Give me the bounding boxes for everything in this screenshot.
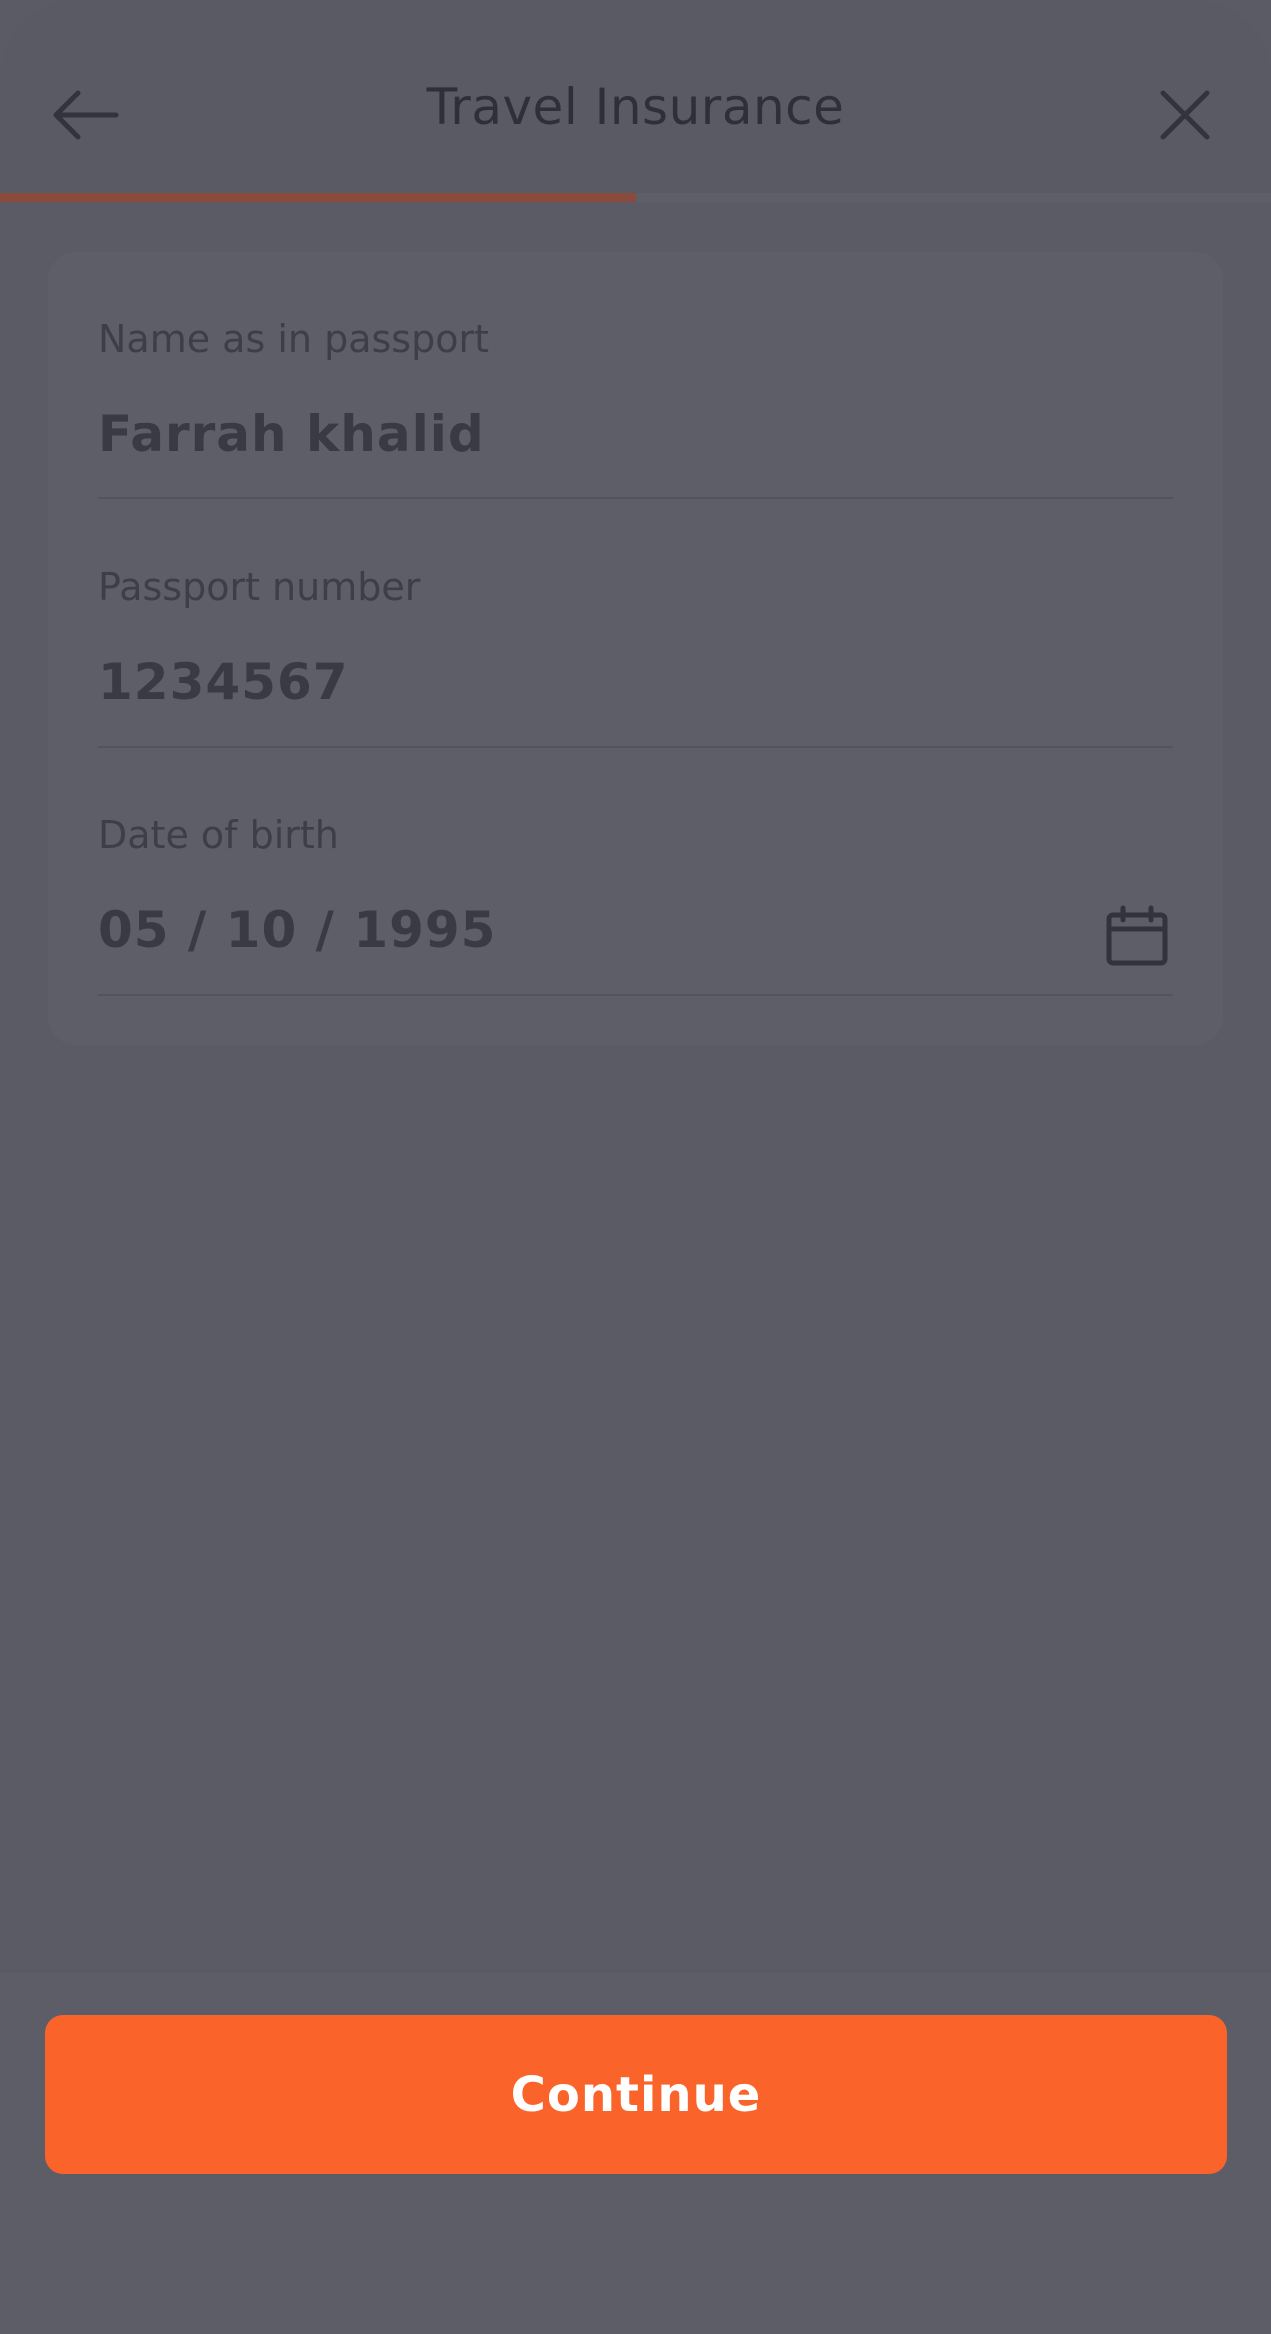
travel-insurance-screen: Travel Insurance Name as in passport Far…	[0, 0, 1271, 2334]
calendar-icon[interactable]	[1105, 905, 1169, 969]
name-label: Name as in passport	[98, 317, 489, 361]
passport-number-value[interactable]: 1234567	[98, 653, 349, 711]
date-of-birth-field[interactable]: Date of birth 05 / 10 / 1995	[98, 813, 1173, 996]
name-field[interactable]: Name as in passport Farrah khalid	[98, 317, 1173, 499]
date-of-birth-label: Date of birth	[98, 813, 339, 857]
progress-bar	[0, 193, 1271, 202]
header: Travel Insurance	[0, 0, 1271, 195]
page-title: Travel Insurance	[426, 78, 845, 136]
close-icon	[1160, 90, 1210, 140]
continue-button[interactable]: Continue	[45, 2015, 1227, 2174]
passport-details-card: Name as in passport Farrah khalid Passpo…	[48, 252, 1223, 1045]
name-value[interactable]: Farrah khalid	[98, 405, 485, 463]
passport-number-label: Passport number	[98, 565, 421, 609]
close-button[interactable]	[1140, 70, 1230, 160]
progress-fill	[0, 193, 636, 202]
passport-number-field[interactable]: Passport number 1234567	[98, 565, 1173, 748]
date-of-birth-value[interactable]: 05 / 10 / 1995	[98, 901, 496, 959]
